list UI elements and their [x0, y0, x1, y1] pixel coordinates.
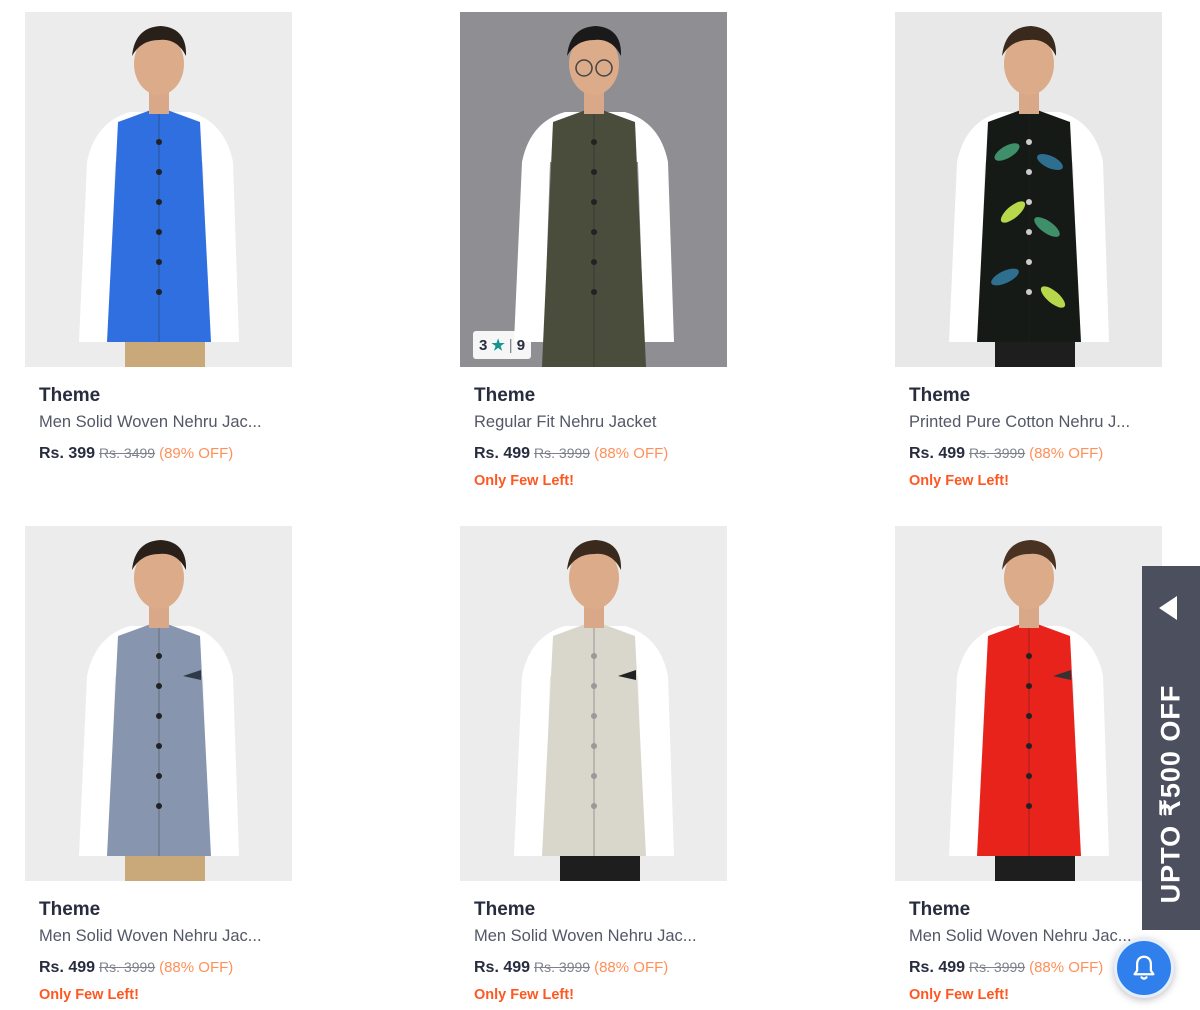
product-image[interactable]: 3 ★ | 9	[460, 12, 727, 367]
rating-value: 3	[479, 336, 488, 354]
product-photo	[460, 12, 727, 367]
product-photo	[895, 526, 1162, 881]
product-card[interactable]: Theme Printed Pure Cotton Nehru J... Rs.…	[895, 12, 1162, 490]
original-price: Rs. 3999	[534, 959, 591, 975]
product-price-row: Rs. 399 Rs. 3499 (89% OFF)	[39, 443, 292, 464]
discount-label: (89% OFF)	[159, 445, 234, 462]
promo-text: UPTO ₹500 OFF	[1155, 684, 1186, 904]
notification-button[interactable]	[1114, 938, 1174, 998]
current-price: Rs. 499	[909, 445, 966, 462]
current-price: Rs. 499	[909, 959, 966, 976]
product-name: Men Solid Woven Nehru Jac...	[909, 927, 1132, 945]
stock-warning: Only Few Left!	[39, 987, 139, 1003]
product-card[interactable]: Theme Men Solid Woven Nehru Jac... Rs. 3…	[25, 12, 292, 464]
product-brand: Theme	[39, 385, 101, 406]
current-price: Rs. 499	[39, 959, 96, 976]
current-price: Rs. 399	[39, 445, 96, 462]
discount-label: (88% OFF)	[594, 445, 669, 462]
current-price: Rs. 499	[474, 445, 531, 462]
product-brand: Theme	[39, 899, 101, 920]
product-name: Men Solid Woven Nehru Jac...	[39, 413, 262, 431]
product-brand: Theme	[474, 385, 536, 406]
product-name: Printed Pure Cotton Nehru J...	[909, 413, 1131, 431]
star-icon: ★	[491, 337, 505, 354]
product-image[interactable]	[25, 526, 292, 881]
discount-label: (88% OFF)	[1029, 959, 1104, 976]
product-image[interactable]	[25, 12, 292, 367]
stock-warning: Only Few Left!	[474, 987, 574, 1003]
discount-label: (88% OFF)	[594, 959, 669, 976]
product-name: Men Solid Woven Nehru Jac...	[474, 927, 697, 945]
rating-badge: 3 ★ | 9	[473, 331, 532, 359]
original-price: Rs. 3999	[99, 959, 156, 975]
product-photo	[25, 526, 292, 881]
product-card[interactable]: Theme Men Solid Woven Nehru Jac... Rs. 4…	[25, 526, 292, 1004]
stock-warning: Only Few Left!	[474, 473, 574, 489]
product-image[interactable]	[895, 12, 1162, 367]
product-card[interactable]: 3 ★ | 9 Theme Regular Fit Nehru Jacket Rs. …	[460, 12, 727, 490]
promo-side-tab[interactable]: UPTO ₹500 OFF	[1142, 566, 1200, 930]
current-price: Rs. 499	[474, 959, 531, 976]
original-price: Rs. 3999	[969, 445, 1026, 461]
original-price: Rs. 3499	[99, 445, 156, 461]
product-price-row: Rs. 499 Rs. 3999 (88% OFF)	[39, 957, 292, 978]
product-image[interactable]	[460, 526, 727, 881]
discount-label: (88% OFF)	[159, 959, 234, 976]
discount-label: (88% OFF)	[1029, 445, 1104, 462]
product-price-row: Rs. 499 Rs. 3999 (88% OFF)	[909, 443, 1162, 464]
product-name: Regular Fit Nehru Jacket	[474, 413, 657, 431]
product-name: Men Solid Woven Nehru Jac...	[39, 927, 262, 945]
product-price-row: Rs. 499 Rs. 3999 (88% OFF)	[474, 957, 727, 978]
rating-separator: |	[508, 336, 513, 354]
product-card[interactable]: Theme Men Solid Woven Nehru Jac... Rs. 4…	[460, 526, 727, 1004]
product-price-row: Rs. 499 Rs. 3999 (88% OFF)	[474, 443, 727, 464]
product-photo	[25, 12, 292, 367]
stock-warning: Only Few Left!	[909, 473, 1009, 489]
product-brand: Theme	[474, 899, 536, 920]
original-price: Rs. 3999	[534, 445, 591, 461]
product-card[interactable]: Theme Men Solid Woven Nehru Jac... Rs. 4…	[895, 526, 1162, 1004]
original-price: Rs. 3999	[969, 959, 1026, 975]
product-brand: Theme	[909, 385, 971, 406]
bell-icon	[1133, 955, 1155, 980]
product-image[interactable]	[895, 526, 1162, 881]
rating-count: 9	[516, 336, 526, 354]
product-photo	[460, 526, 727, 881]
chevron-left-icon[interactable]	[1159, 596, 1177, 620]
product-photo	[895, 12, 1162, 367]
product-brand: Theme	[909, 899, 971, 920]
